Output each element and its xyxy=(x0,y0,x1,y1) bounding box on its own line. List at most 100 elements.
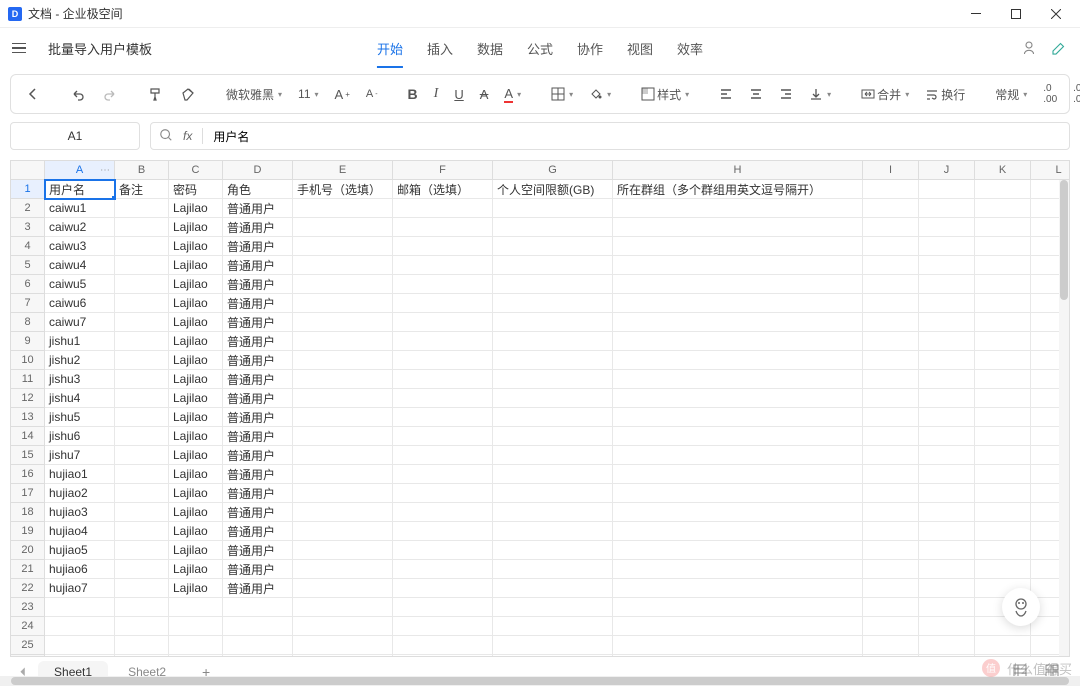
cell[interactable] xyxy=(115,256,169,275)
cell[interactable] xyxy=(169,598,223,617)
cell[interactable] xyxy=(393,484,493,503)
cell[interactable] xyxy=(863,522,919,541)
row-header[interactable]: 5 xyxy=(11,256,45,275)
cell[interactable] xyxy=(223,598,293,617)
cell[interactable] xyxy=(919,541,975,560)
cell[interactable]: caiwu1 xyxy=(45,199,115,218)
cell[interactable]: 普通用户 xyxy=(223,237,293,256)
decrease-font-button[interactable]: A- xyxy=(361,84,383,104)
cell[interactable] xyxy=(919,636,975,655)
cell[interactable] xyxy=(919,218,975,237)
cell[interactable] xyxy=(919,408,975,427)
cell[interactable]: 角色 xyxy=(223,180,293,199)
underline-button[interactable]: U xyxy=(449,83,468,106)
cell[interactable]: 普通用户 xyxy=(223,332,293,351)
row-header[interactable]: 25 xyxy=(11,636,45,655)
strikethrough-button[interactable]: A xyxy=(475,83,494,106)
cell[interactable] xyxy=(493,389,613,408)
cell[interactable] xyxy=(293,522,393,541)
number-format-select[interactable]: 常规▾ xyxy=(990,82,1032,107)
cell[interactable]: 普通用户 xyxy=(223,313,293,332)
cell[interactable] xyxy=(919,237,975,256)
vertical-scrollbar[interactable] xyxy=(1059,180,1069,656)
cell[interactable]: Lajilao xyxy=(169,389,223,408)
cell[interactable] xyxy=(863,332,919,351)
row-header[interactable]: 15 xyxy=(11,446,45,465)
cell[interactable]: caiwu7 xyxy=(45,313,115,332)
cell[interactable] xyxy=(493,275,613,294)
cell[interactable]: jishu1 xyxy=(45,332,115,351)
cell[interactable]: jishu2 xyxy=(45,351,115,370)
cell[interactable] xyxy=(223,636,293,655)
cell[interactable] xyxy=(919,256,975,275)
cell[interactable]: 普通用户 xyxy=(223,560,293,579)
row-header[interactable]: 22 xyxy=(11,579,45,598)
cell[interactable] xyxy=(613,237,863,256)
cell[interactable]: Lajilao xyxy=(169,579,223,598)
cell[interactable] xyxy=(613,332,863,351)
cell[interactable] xyxy=(613,408,863,427)
cell[interactable] xyxy=(975,218,1031,237)
cell[interactable] xyxy=(493,294,613,313)
cell[interactable] xyxy=(975,294,1031,313)
cell[interactable]: Lajilao xyxy=(169,218,223,237)
cell[interactable] xyxy=(115,313,169,332)
cell[interactable] xyxy=(919,503,975,522)
cell[interactable] xyxy=(393,332,493,351)
cell[interactable] xyxy=(293,408,393,427)
cell[interactable] xyxy=(919,332,975,351)
cell[interactable] xyxy=(293,446,393,465)
row-header[interactable]: 20 xyxy=(11,541,45,560)
cell[interactable]: 普通用户 xyxy=(223,484,293,503)
cell[interactable] xyxy=(293,199,393,218)
cell[interactable]: hujiao3 xyxy=(45,503,115,522)
cell[interactable]: 普通用户 xyxy=(223,275,293,294)
row-header[interactable]: 11 xyxy=(11,370,45,389)
format-painter-button[interactable] xyxy=(143,82,169,106)
cell[interactable] xyxy=(393,218,493,237)
cell[interactable] xyxy=(493,636,613,655)
cell[interactable] xyxy=(393,465,493,484)
cell[interactable] xyxy=(393,560,493,579)
row-header[interactable]: 8 xyxy=(11,313,45,332)
back-button[interactable] xyxy=(21,83,45,105)
cell[interactable] xyxy=(919,389,975,408)
cell[interactable] xyxy=(919,427,975,446)
cell[interactable] xyxy=(393,522,493,541)
cell[interactable]: hujiao6 xyxy=(45,560,115,579)
borders-button[interactable]: ▾ xyxy=(546,83,578,105)
cell[interactable] xyxy=(115,636,169,655)
cell[interactable] xyxy=(493,465,613,484)
cell[interactable] xyxy=(493,579,613,598)
cell[interactable] xyxy=(293,503,393,522)
cell[interactable] xyxy=(293,332,393,351)
cell[interactable]: caiwu5 xyxy=(45,275,115,294)
column-header[interactable]: B xyxy=(115,161,169,180)
cell[interactable] xyxy=(613,218,863,237)
cell[interactable] xyxy=(975,541,1031,560)
cell[interactable] xyxy=(863,484,919,503)
align-right-button[interactable] xyxy=(774,83,798,105)
cell[interactable] xyxy=(115,541,169,560)
cell[interactable]: jishu5 xyxy=(45,408,115,427)
cell[interactable] xyxy=(863,598,919,617)
column-header[interactable]: F xyxy=(393,161,493,180)
row-header[interactable]: 10 xyxy=(11,351,45,370)
cell[interactable] xyxy=(919,370,975,389)
increase-font-button[interactable]: A+ xyxy=(330,83,355,106)
cell[interactable] xyxy=(975,275,1031,294)
cell[interactable] xyxy=(293,427,393,446)
cell[interactable] xyxy=(493,541,613,560)
cell[interactable] xyxy=(975,332,1031,351)
cell[interactable]: 普通用户 xyxy=(223,370,293,389)
cell[interactable] xyxy=(613,617,863,636)
cell[interactable] xyxy=(863,617,919,636)
cell[interactable] xyxy=(919,313,975,332)
cell[interactable] xyxy=(293,237,393,256)
cell[interactable]: 普通用户 xyxy=(223,256,293,275)
cell[interactable] xyxy=(393,503,493,522)
cell[interactable]: 普通用户 xyxy=(223,541,293,560)
cell[interactable] xyxy=(293,484,393,503)
cell[interactable] xyxy=(115,598,169,617)
cell[interactable] xyxy=(393,313,493,332)
